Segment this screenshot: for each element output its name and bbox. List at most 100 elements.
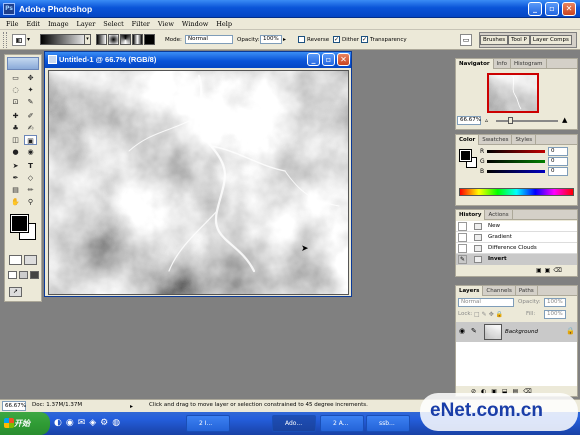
history-brush-source-icon[interactable]: ✎: [458, 255, 467, 264]
slice-tool-icon[interactable]: ✎: [24, 97, 37, 107]
well-tab-layer-comps[interactable]: Layer Comps: [529, 35, 572, 45]
opacity-dropdown-icon[interactable]: ▸: [283, 36, 286, 43]
path-selection-icon[interactable]: ➤: [9, 161, 22, 171]
channel-b-slider[interactable]: [487, 170, 545, 173]
eye-icon[interactable]: ◉: [459, 327, 468, 336]
list-item-selected[interactable]: ✎ Invert: [456, 254, 577, 265]
channel-g-slider[interactable]: [487, 160, 545, 163]
lock-icons[interactable]: □✎✥🔒: [474, 311, 505, 318]
menu-image[interactable]: Image: [45, 18, 72, 30]
well-tab-tool-presets[interactable]: Tool P: [508, 35, 530, 45]
gradient-picker[interactable]: [40, 34, 90, 45]
zoom-in-icon[interactable]: ▲: [562, 116, 572, 125]
menu-file[interactable]: File: [3, 18, 22, 30]
menu-window[interactable]: Window: [179, 18, 211, 30]
taskbar-button[interactable]: 2 A...: [320, 415, 364, 432]
options-grip[interactable]: [3, 32, 7, 48]
doc-maximize-button[interactable]: ▫: [322, 53, 335, 66]
brush-link-icon[interactable]: ✎: [471, 327, 480, 336]
lasso-tool-icon[interactable]: ◌: [9, 85, 22, 95]
navigator-zoom-field[interactable]: 66.67%: [457, 116, 481, 125]
maximize-button[interactable]: ▫: [545, 2, 559, 16]
type-tool-icon[interactable]: T: [24, 161, 37, 171]
tab-swatches[interactable]: Swatches: [479, 135, 513, 145]
tab-history[interactable]: History: [456, 210, 486, 220]
blur-tool-icon[interactable]: ●: [9, 147, 22, 157]
transparency-checkbox[interactable]: ✓: [361, 36, 368, 43]
zoom-tool-icon[interactable]: ⚲: [24, 197, 37, 207]
screen-mode-full-icon[interactable]: [30, 271, 39, 279]
adobe-online-icon[interactable]: [7, 57, 39, 70]
dither-checkbox[interactable]: ✓: [333, 36, 340, 43]
radial-gradient-icon[interactable]: [108, 34, 119, 45]
magic-wand-icon[interactable]: ✦: [24, 85, 37, 95]
channel-g-value[interactable]: 0: [548, 157, 568, 166]
dodge-tool-icon[interactable]: ◉: [24, 147, 37, 157]
tab-channels[interactable]: Channels: [483, 286, 516, 296]
mode-select[interactable]: Normal: [185, 35, 233, 44]
tab-styles[interactable]: Styles: [512, 135, 537, 145]
quick-launch-icons[interactable]: ◐◉✉◈⚙◍: [54, 417, 182, 430]
menu-filter[interactable]: Filter: [129, 18, 153, 30]
gradient-dropdown-icon[interactable]: ▾: [84, 34, 91, 45]
tab-actions[interactable]: Actions: [485, 210, 513, 220]
crop-tool-icon[interactable]: ⊡: [9, 97, 22, 107]
channel-r-slider[interactable]: [487, 150, 545, 153]
status-zoom[interactable]: 66.67%: [2, 401, 26, 411]
notes-tool-icon[interactable]: ▤: [9, 185, 22, 195]
menu-edit[interactable]: Edit: [23, 18, 43, 30]
diamond-gradient-icon[interactable]: [144, 34, 155, 45]
tab-info[interactable]: Info: [494, 59, 511, 69]
file-browser-icon[interactable]: ▭: [460, 34, 472, 46]
doc-close-button[interactable]: ✕: [337, 53, 350, 66]
hand-tool-icon[interactable]: ✋: [9, 197, 22, 207]
history-snapshot-toggle[interactable]: [458, 233, 467, 242]
screen-mode-full-menu-icon[interactable]: [19, 271, 28, 279]
jump-to-imageready-icon[interactable]: ➚: [9, 287, 22, 297]
taskbar-button-photoshop[interactable]: Ado...: [272, 415, 316, 432]
menu-view[interactable]: View: [155, 18, 177, 30]
image-canvas[interactable]: ➤: [48, 70, 349, 295]
history-snapshot-toggle[interactable]: [458, 244, 467, 253]
opacity-field[interactable]: 100%: [260, 35, 282, 44]
taskbar-button[interactable]: 2 I...: [186, 415, 230, 432]
navigator-zoom-slider[interactable]: [496, 120, 558, 122]
angle-gradient-icon[interactable]: [120, 34, 131, 45]
history-footer-buttons[interactable]: ▣▣⌫: [536, 267, 574, 275]
list-item[interactable]: Difference Clouds: [456, 243, 577, 254]
history-brush-icon[interactable]: ✍: [24, 123, 37, 133]
chevron-down-icon[interactable]: ▾: [27, 36, 30, 43]
zoom-out-icon[interactable]: ▵: [485, 117, 493, 124]
tab-histogram[interactable]: Histogram: [511, 59, 547, 69]
color-foreground-swatch[interactable]: [459, 149, 472, 162]
clone-stamp-icon[interactable]: ♣: [9, 123, 22, 133]
brush-tool-icon[interactable]: ✐: [24, 111, 37, 121]
tab-layers[interactable]: Layers: [456, 286, 484, 296]
linear-gradient-icon[interactable]: [96, 34, 107, 45]
move-tool-icon[interactable]: ✥: [24, 73, 37, 83]
blend-mode-select[interactable]: Normal: [458, 298, 514, 307]
reflected-gradient-icon[interactable]: [132, 34, 143, 45]
well-tab-brushes[interactable]: Brushes: [480, 35, 509, 45]
channel-r-value[interactable]: 0: [548, 147, 568, 156]
pen-tool-icon[interactable]: ✒: [9, 173, 22, 183]
quick-mask-icon[interactable]: [24, 255, 37, 265]
history-snapshot-toggle[interactable]: [458, 222, 467, 231]
close-button[interactable]: ✕: [562, 2, 576, 16]
list-item[interactable]: New: [456, 221, 577, 232]
list-item[interactable]: Gradient: [456, 232, 577, 243]
status-menu-icon[interactable]: ▸: [130, 403, 133, 410]
marquee-tool-icon[interactable]: ▭: [9, 73, 22, 83]
eraser-tool-icon[interactable]: ◫: [9, 135, 22, 145]
tab-navigator[interactable]: Navigator: [456, 59, 494, 69]
navigator-thumbnail[interactable]: [487, 73, 539, 113]
navigator-slider-thumb[interactable]: [508, 117, 513, 124]
doc-minimize-button[interactable]: _: [307, 53, 320, 66]
gradient-tool-icon[interactable]: ▣: [24, 135, 37, 145]
document-title-bar[interactable]: Untitled-1 @ 66.7% (RGB/8) _ ▫ ✕: [45, 52, 351, 68]
channel-b-value[interactable]: 0: [548, 167, 568, 176]
tab-color[interactable]: Color: [456, 135, 480, 145]
menu-help[interactable]: Help: [213, 18, 235, 30]
tab-paths[interactable]: Paths: [516, 286, 538, 296]
minimize-button[interactable]: _: [528, 2, 542, 16]
